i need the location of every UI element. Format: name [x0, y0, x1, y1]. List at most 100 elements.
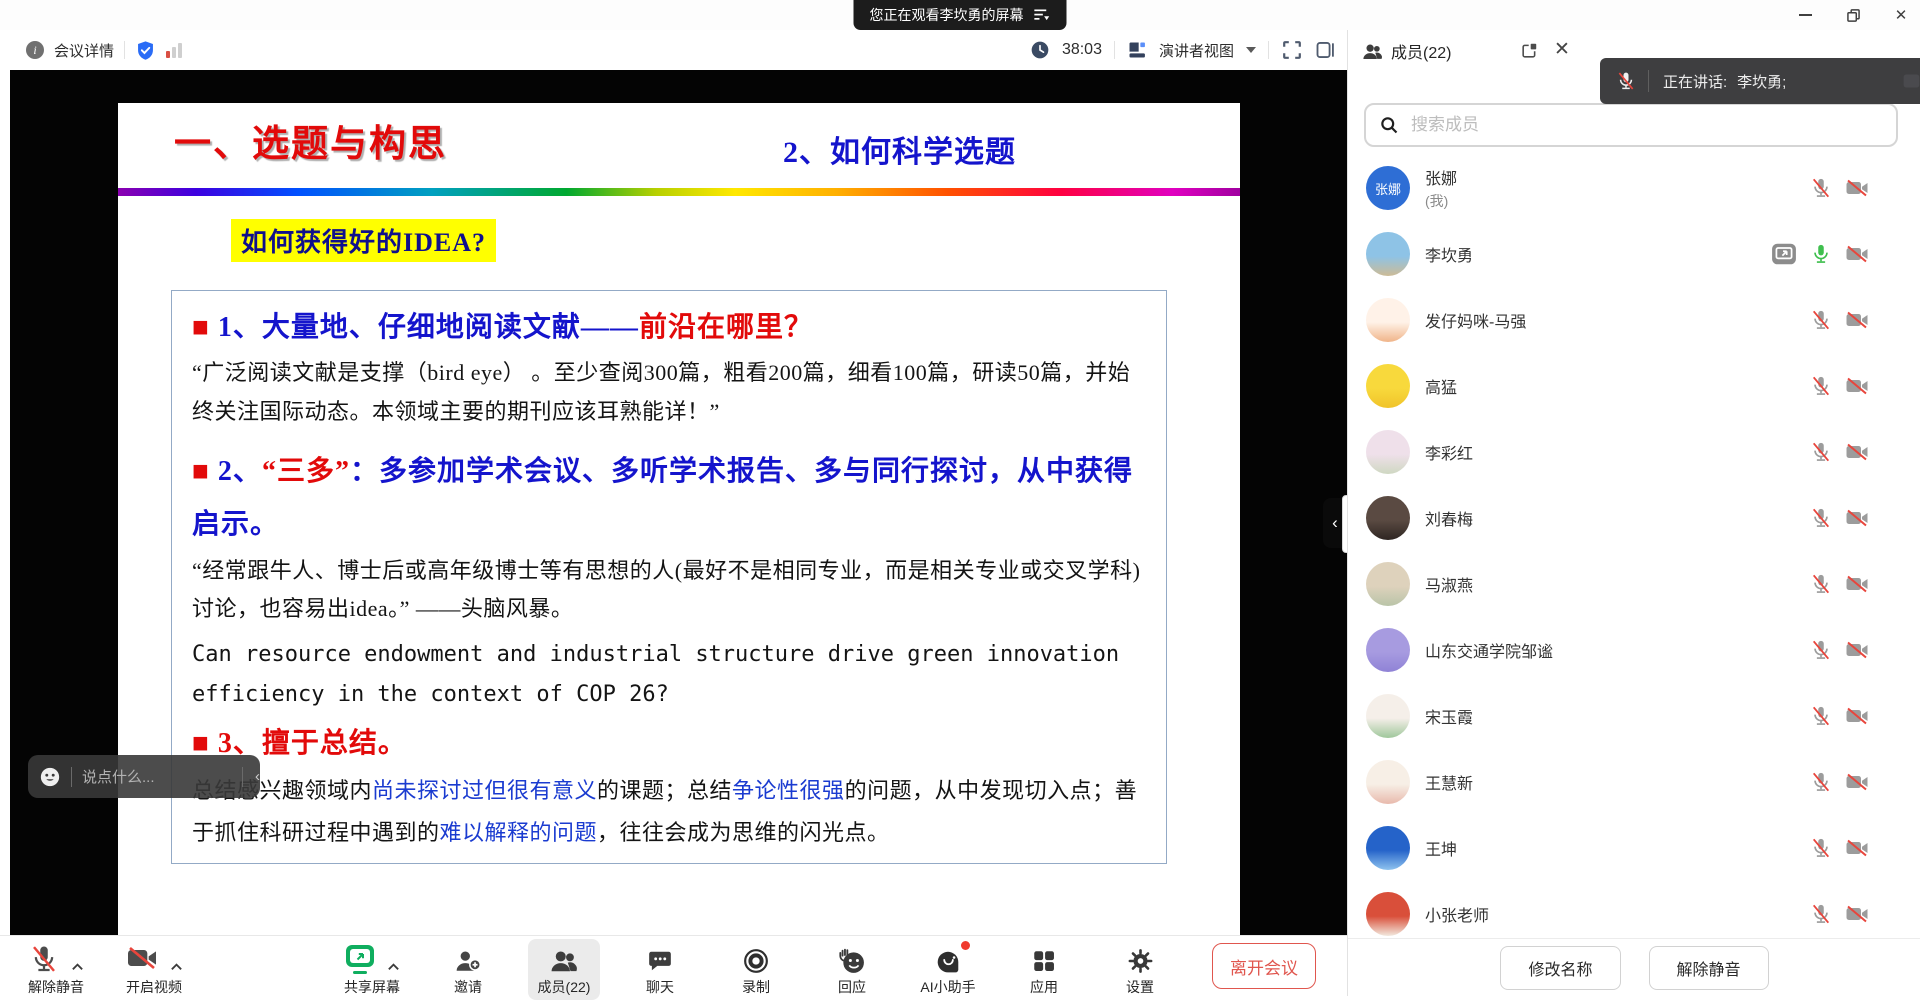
share-list-icon[interactable]: [1034, 8, 1051, 22]
member-row[interactable]: 李彩红: [1348, 419, 1920, 485]
minimize-button[interactable]: [1796, 6, 1814, 24]
text-segment: 尚未探讨过但很有意义: [372, 778, 597, 803]
text-segment: “广泛阅读文献是支撑（bird eye） 。至少查阅300篇，粗看200篇，细看…: [192, 360, 1130, 424]
member-row[interactable]: 宋玉霞: [1348, 683, 1920, 749]
member-row[interactable]: 高猛: [1348, 353, 1920, 419]
text-segment: ■ 3、擅于总结。: [192, 728, 407, 759]
speaking-name: 李坎勇;: [1737, 71, 1786, 92]
chevron-up-icon[interactable]: [387, 962, 400, 971]
camera-off-icon: [1845, 770, 1869, 794]
members-icon: [1362, 42, 1383, 61]
member-row[interactable]: 张娜张娜(我): [1348, 155, 1920, 221]
shared-screen-area: 一、选题与构思 2、如何科学选题 如何获得好的IDEA? ■ 1、大量地、仔细地…: [10, 70, 1347, 935]
avatar: [1366, 760, 1410, 804]
toolbar-item-label: 设置: [1126, 977, 1154, 997]
view-mode-selector[interactable]: 演讲者视图: [1159, 40, 1234, 61]
member-row[interactable]: 山东交通学院邹谧: [1348, 617, 1920, 683]
chevron-up-icon[interactable]: [71, 962, 84, 971]
restore-button[interactable]: [1844, 6, 1862, 24]
mic-muted-icon: [1810, 837, 1832, 859]
avatar: [1366, 826, 1410, 870]
window-titlebar: 您正在观看李坎勇的屏幕 ✕: [0, 0, 1920, 31]
camera-off-icon: [1845, 572, 1869, 596]
muted-mic-icon: [1616, 71, 1636, 91]
speaking-label: 正在讲话:: [1663, 71, 1727, 92]
rename-button[interactable]: 修改名称: [1500, 946, 1620, 990]
member-row[interactable]: 王慧新: [1348, 749, 1920, 815]
toolbar-item-record[interactable]: 录制: [720, 939, 792, 1000]
clock-icon: [1030, 40, 1050, 60]
toolbar-item-apps[interactable]: 应用: [1008, 939, 1080, 1000]
slide-point-heading: ■ 2、“三多”：多参加学术会议、多听学术报告、多与同行探讨，从中获得启示。: [192, 445, 1146, 551]
member-search-box[interactable]: [1364, 103, 1898, 147]
camera-icon: [1902, 68, 1920, 94]
mic-muted-icon: [1810, 507, 1832, 529]
text-segment: “三多”: [262, 456, 350, 487]
toolbar-item-label: 回应: [838, 977, 866, 997]
close-panel-icon[interactable]: ✕: [1554, 38, 1570, 61]
sidebar-toggle-icon[interactable]: [1315, 40, 1335, 60]
mic-muted-icon: [1810, 705, 1832, 727]
toolbar-item-cam-off[interactable]: 开启视频: [118, 939, 190, 1000]
meeting-topbar: i 会议详情 38:03 演讲者视图: [0, 30, 1347, 70]
member-name: 李彩红: [1425, 440, 1473, 464]
member-name: 刘春梅: [1425, 506, 1473, 530]
search-icon: [1379, 115, 1399, 135]
toolbar-item-reaction[interactable]: 回应: [816, 939, 888, 1000]
screen-share-title-pill[interactable]: 您正在观看李坎勇的屏幕: [854, 0, 1067, 30]
toolbar-item-ai[interactable]: AI小助手: [912, 939, 984, 1000]
member-name: 李坎勇: [1425, 242, 1473, 266]
member-row[interactable]: 马淑燕: [1348, 551, 1920, 617]
toolbar-item-share-screen[interactable]: 共享屏幕: [336, 939, 408, 1000]
speaking-banner: 正在讲话: 李坎勇;: [1600, 58, 1920, 104]
member-row[interactable]: 刘春梅: [1348, 485, 1920, 551]
network-signal-icon[interactable]: [166, 42, 182, 58]
idea-highlight-label: 如何获得好的IDEA?: [231, 219, 496, 262]
toolbar-item-chat[interactable]: 聊天: [624, 939, 696, 1000]
member-name: 发仔妈咪-马强: [1425, 308, 1526, 332]
toolbar-item-gear[interactable]: 设置: [1104, 939, 1176, 1000]
avatar: [1366, 232, 1410, 276]
rainbow-divider: [118, 188, 1240, 196]
camera-off-icon: [1845, 704, 1869, 728]
panel-unmute-button[interactable]: 解除静音: [1649, 946, 1769, 990]
meeting-details-link[interactable]: 会议详情: [54, 40, 114, 61]
popout-panel-icon[interactable]: [1520, 41, 1539, 60]
text-segment: ，往往会成为思维的闪光点。: [597, 820, 890, 845]
chevron-down-icon[interactable]: [1246, 47, 1256, 53]
toolbar-item-label: 录制: [742, 977, 770, 997]
toolbar-item-mic-muted[interactable]: 解除静音: [20, 939, 92, 1000]
ai-icon: [933, 948, 963, 974]
camera-off-icon: [1845, 242, 1869, 266]
slide-point-body: “广泛阅读文献是支撑（bird eye） 。至少查阅300篇，粗看200篇，细看…: [192, 354, 1146, 431]
slide-title-right: 2、如何科学选题: [783, 127, 1016, 171]
members-icon: [549, 948, 579, 974]
shield-check-icon[interactable]: [135, 40, 156, 61]
member-row[interactable]: 李坎勇: [1348, 221, 1920, 287]
text-segment: ■: [192, 312, 218, 343]
member-row[interactable]: 发仔妈咪-马强: [1348, 287, 1920, 353]
notification-badge: [961, 941, 970, 950]
member-name: 小张老师: [1425, 902, 1489, 926]
reaction-icon: [837, 948, 867, 974]
quick-chat-input[interactable]: 说点什么... ‹: [28, 755, 260, 798]
camera-off-icon: [1845, 836, 1869, 860]
fullscreen-icon[interactable]: [1281, 39, 1303, 61]
mic-muted-icon: [1810, 903, 1832, 925]
leave-meeting-button[interactable]: 离开会议: [1212, 943, 1316, 989]
slide-point-heading: ■ 3、擅于总结。: [192, 717, 1146, 770]
close-window-button[interactable]: ✕: [1892, 6, 1910, 24]
toolbar-item-members[interactable]: 成员(22): [528, 939, 600, 1000]
chevron-up-icon[interactable]: [170, 962, 183, 971]
mic-muted-icon: [29, 944, 59, 974]
camera-off-icon: [1845, 440, 1869, 464]
chat-collapse-icon[interactable]: ‹: [255, 768, 260, 785]
toolbar-item-label: 聊天: [646, 977, 674, 997]
search-input[interactable]: [1409, 114, 1883, 136]
emoji-icon[interactable]: [39, 766, 61, 788]
chat-placeholder[interactable]: 说点什么...: [82, 766, 155, 787]
member-row[interactable]: 王坤: [1348, 815, 1920, 881]
slide-english-question: Can resource endowment and industrial st…: [192, 635, 1146, 715]
toolbar-item-invite[interactable]: 邀请: [432, 939, 504, 1000]
member-row[interactable]: 小张老师: [1348, 881, 1920, 938]
